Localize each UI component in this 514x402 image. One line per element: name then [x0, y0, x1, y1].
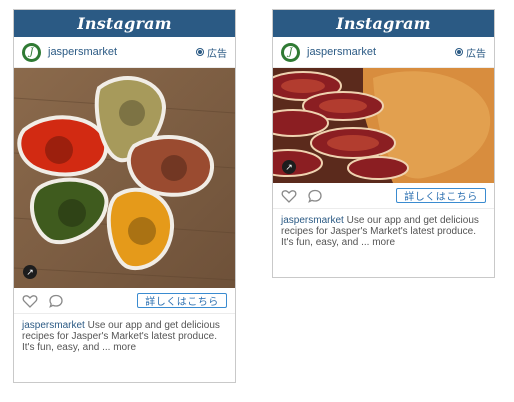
instagram-ad-card-1: Instagram J jaspersmarket 広告 ↗ 詳しくはこちら j… [13, 9, 236, 383]
heart-icon[interactable] [22, 293, 38, 309]
avatar[interactable]: J [281, 42, 300, 62]
ad-image-spices[interactable]: ↗ [14, 68, 235, 288]
sponsored-label: 広告 [455, 45, 486, 60]
more-link[interactable]: more [372, 237, 395, 248]
action-bar: 詳しくはこちら [14, 288, 235, 314]
comment-icon[interactable] [48, 293, 64, 309]
profile-row: J jaspersmarket 広告 [14, 37, 235, 68]
caption: jaspersmarket Use our app and get delici… [14, 314, 235, 359]
comment-icon[interactable] [307, 188, 323, 204]
caption-username[interactable]: jaspersmarket [22, 320, 85, 331]
info-icon [196, 48, 204, 56]
profile-row: J jaspersmarket 広告 [273, 37, 494, 68]
info-icon [455, 48, 463, 56]
sponsored-text: 広告 [207, 48, 227, 60]
instagram-header: Instagram [273, 10, 494, 37]
expand-icon[interactable]: ↗ [23, 265, 37, 279]
sponsored-text: 広告 [466, 48, 486, 60]
ad-image-fig-tart[interactable]: ↗ [273, 68, 494, 183]
learn-more-button[interactable]: 詳しくはこちら [396, 188, 486, 203]
expand-icon[interactable]: ↗ [282, 160, 296, 174]
avatar[interactable]: J [22, 42, 41, 62]
spices-image [14, 68, 235, 288]
account-name[interactable]: jaspersmarket [307, 46, 376, 58]
fig-tart-image [273, 68, 494, 183]
action-bar: 詳しくはこちら [273, 183, 494, 209]
account-name[interactable]: jaspersmarket [48, 46, 117, 58]
instagram-ad-card-2: Instagram J jaspersmarket 広告 ↗ 詳しくはこちら j… [272, 9, 495, 278]
caption: jaspersmarket Use our app and get delici… [273, 209, 494, 254]
caption-username[interactable]: jaspersmarket [281, 215, 344, 226]
sponsored-label: 広告 [196, 45, 227, 60]
instagram-logo: Instagram [336, 14, 431, 33]
instagram-logo: Instagram [77, 14, 172, 33]
learn-more-button[interactable]: 詳しくはこちら [137, 293, 227, 308]
heart-icon[interactable] [281, 188, 297, 204]
more-link[interactable]: more [113, 342, 136, 353]
instagram-header: Instagram [14, 10, 235, 37]
